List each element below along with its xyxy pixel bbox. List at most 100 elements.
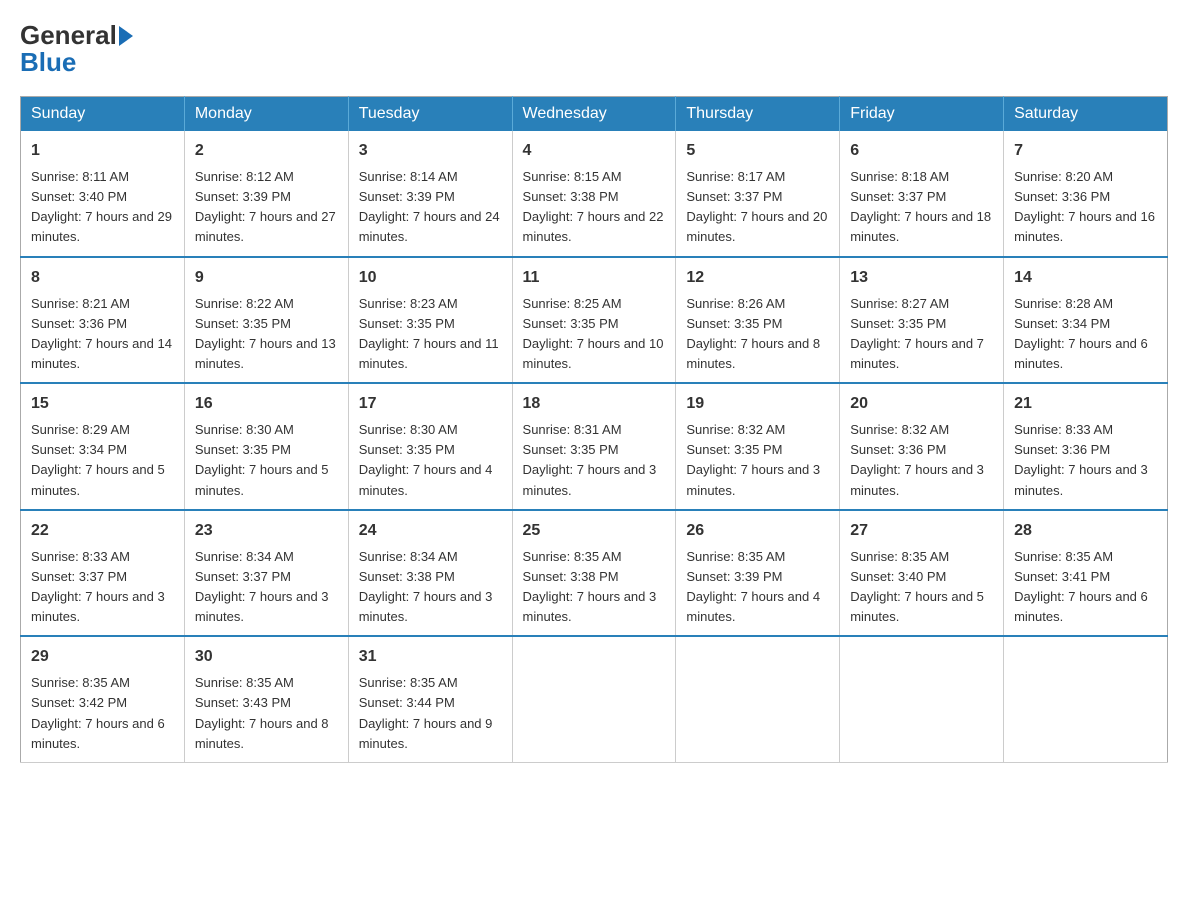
day-number: 19 [686,392,829,416]
day-info: Sunrise: 8:34 AMSunset: 3:38 PMDaylight:… [359,549,493,624]
logo-line2: Blue [20,47,76,78]
day-cell: 28 Sunrise: 8:35 AMSunset: 3:41 PMDaylig… [1004,510,1168,637]
day-info: Sunrise: 8:32 AMSunset: 3:36 PMDaylight:… [850,422,984,497]
week-row-4: 22 Sunrise: 8:33 AMSunset: 3:37 PMDaylig… [21,510,1168,637]
day-cell: 22 Sunrise: 8:33 AMSunset: 3:37 PMDaylig… [21,510,185,637]
day-info: Sunrise: 8:12 AMSunset: 3:39 PMDaylight:… [195,169,336,244]
day-info: Sunrise: 8:35 AMSunset: 3:38 PMDaylight:… [523,549,657,624]
day-cell: 10 Sunrise: 8:23 AMSunset: 3:35 PMDaylig… [348,257,512,384]
calendar-header: SundayMondayTuesdayWednesdayThursdayFrid… [21,97,1168,132]
day-cell: 20 Sunrise: 8:32 AMSunset: 3:36 PMDaylig… [840,383,1004,510]
day-info: Sunrise: 8:23 AMSunset: 3:35 PMDaylight:… [359,296,499,371]
day-cell: 2 Sunrise: 8:12 AMSunset: 3:39 PMDayligh… [184,131,348,257]
day-info: Sunrise: 8:15 AMSunset: 3:38 PMDaylight:… [523,169,664,244]
day-cell: 21 Sunrise: 8:33 AMSunset: 3:36 PMDaylig… [1004,383,1168,510]
day-info: Sunrise: 8:35 AMSunset: 3:40 PMDaylight:… [850,549,984,624]
header-cell-saturday: Saturday [1004,97,1168,132]
day-number: 22 [31,519,174,543]
day-cell: 27 Sunrise: 8:35 AMSunset: 3:40 PMDaylig… [840,510,1004,637]
day-cell: 14 Sunrise: 8:28 AMSunset: 3:34 PMDaylig… [1004,257,1168,384]
day-number: 11 [523,266,666,290]
header-cell-tuesday: Tuesday [348,97,512,132]
logo-arrow-icon [119,26,133,46]
day-number: 5 [686,139,829,163]
day-cell: 26 Sunrise: 8:35 AMSunset: 3:39 PMDaylig… [676,510,840,637]
day-cell: 29 Sunrise: 8:35 AMSunset: 3:42 PMDaylig… [21,636,185,762]
day-number: 13 [850,266,993,290]
day-number: 15 [31,392,174,416]
day-cell: 30 Sunrise: 8:35 AMSunset: 3:43 PMDaylig… [184,636,348,762]
day-number: 9 [195,266,338,290]
day-info: Sunrise: 8:30 AMSunset: 3:35 PMDaylight:… [195,422,329,497]
day-cell: 17 Sunrise: 8:30 AMSunset: 3:35 PMDaylig… [348,383,512,510]
day-info: Sunrise: 8:20 AMSunset: 3:36 PMDaylight:… [1014,169,1155,244]
day-number: 14 [1014,266,1157,290]
day-cell: 18 Sunrise: 8:31 AMSunset: 3:35 PMDaylig… [512,383,676,510]
header-cell-monday: Monday [184,97,348,132]
day-cell: 25 Sunrise: 8:35 AMSunset: 3:38 PMDaylig… [512,510,676,637]
day-number: 21 [1014,392,1157,416]
day-cell: 23 Sunrise: 8:34 AMSunset: 3:37 PMDaylig… [184,510,348,637]
day-number: 24 [359,519,502,543]
day-number: 30 [195,645,338,669]
week-row-5: 29 Sunrise: 8:35 AMSunset: 3:42 PMDaylig… [21,636,1168,762]
calendar-body: 1 Sunrise: 8:11 AMSunset: 3:40 PMDayligh… [21,131,1168,762]
day-number: 6 [850,139,993,163]
day-cell: 11 Sunrise: 8:25 AMSunset: 3:35 PMDaylig… [512,257,676,384]
day-info: Sunrise: 8:28 AMSunset: 3:34 PMDaylight:… [1014,296,1148,371]
day-number: 7 [1014,139,1157,163]
header-row: SundayMondayTuesdayWednesdayThursdayFrid… [21,97,1168,132]
day-cell: 8 Sunrise: 8:21 AMSunset: 3:36 PMDayligh… [21,257,185,384]
day-info: Sunrise: 8:11 AMSunset: 3:40 PMDaylight:… [31,169,172,244]
day-cell: 9 Sunrise: 8:22 AMSunset: 3:35 PMDayligh… [184,257,348,384]
day-cell: 3 Sunrise: 8:14 AMSunset: 3:39 PMDayligh… [348,131,512,257]
day-info: Sunrise: 8:29 AMSunset: 3:34 PMDaylight:… [31,422,165,497]
day-cell: 16 Sunrise: 8:30 AMSunset: 3:35 PMDaylig… [184,383,348,510]
week-row-3: 15 Sunrise: 8:29 AMSunset: 3:34 PMDaylig… [21,383,1168,510]
day-cell: 6 Sunrise: 8:18 AMSunset: 3:37 PMDayligh… [840,131,1004,257]
day-number: 25 [523,519,666,543]
day-cell: 12 Sunrise: 8:26 AMSunset: 3:35 PMDaylig… [676,257,840,384]
day-cell [840,636,1004,762]
day-info: Sunrise: 8:26 AMSunset: 3:35 PMDaylight:… [686,296,820,371]
day-info: Sunrise: 8:30 AMSunset: 3:35 PMDaylight:… [359,422,493,497]
day-number: 2 [195,139,338,163]
day-number: 3 [359,139,502,163]
day-number: 23 [195,519,338,543]
day-number: 27 [850,519,993,543]
week-row-1: 1 Sunrise: 8:11 AMSunset: 3:40 PMDayligh… [21,131,1168,257]
day-cell [1004,636,1168,762]
day-cell: 15 Sunrise: 8:29 AMSunset: 3:34 PMDaylig… [21,383,185,510]
day-cell: 7 Sunrise: 8:20 AMSunset: 3:36 PMDayligh… [1004,131,1168,257]
day-cell: 5 Sunrise: 8:17 AMSunset: 3:37 PMDayligh… [676,131,840,257]
day-info: Sunrise: 8:33 AMSunset: 3:36 PMDaylight:… [1014,422,1148,497]
day-info: Sunrise: 8:33 AMSunset: 3:37 PMDaylight:… [31,549,165,624]
day-number: 18 [523,392,666,416]
day-info: Sunrise: 8:14 AMSunset: 3:39 PMDaylight:… [359,169,500,244]
header-cell-sunday: Sunday [21,97,185,132]
day-cell: 13 Sunrise: 8:27 AMSunset: 3:35 PMDaylig… [840,257,1004,384]
day-number: 28 [1014,519,1157,543]
day-cell: 24 Sunrise: 8:34 AMSunset: 3:38 PMDaylig… [348,510,512,637]
day-number: 16 [195,392,338,416]
day-info: Sunrise: 8:17 AMSunset: 3:37 PMDaylight:… [686,169,827,244]
day-info: Sunrise: 8:34 AMSunset: 3:37 PMDaylight:… [195,549,329,624]
day-cell: 4 Sunrise: 8:15 AMSunset: 3:38 PMDayligh… [512,131,676,257]
day-number: 26 [686,519,829,543]
day-number: 17 [359,392,502,416]
page-header: General Blue [20,20,1168,78]
calendar-table: SundayMondayTuesdayWednesdayThursdayFrid… [20,96,1168,763]
day-number: 20 [850,392,993,416]
day-info: Sunrise: 8:35 AMSunset: 3:41 PMDaylight:… [1014,549,1148,624]
day-number: 31 [359,645,502,669]
week-row-2: 8 Sunrise: 8:21 AMSunset: 3:36 PMDayligh… [21,257,1168,384]
day-info: Sunrise: 8:32 AMSunset: 3:35 PMDaylight:… [686,422,820,497]
header-cell-wednesday: Wednesday [512,97,676,132]
header-cell-thursday: Thursday [676,97,840,132]
day-info: Sunrise: 8:25 AMSunset: 3:35 PMDaylight:… [523,296,664,371]
day-info: Sunrise: 8:22 AMSunset: 3:35 PMDaylight:… [195,296,336,371]
day-number: 1 [31,139,174,163]
day-cell: 1 Sunrise: 8:11 AMSunset: 3:40 PMDayligh… [21,131,185,257]
header-cell-friday: Friday [840,97,1004,132]
day-cell: 31 Sunrise: 8:35 AMSunset: 3:44 PMDaylig… [348,636,512,762]
